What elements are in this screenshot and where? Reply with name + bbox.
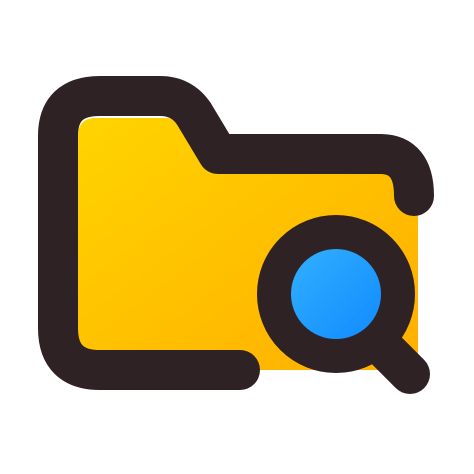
folder-search-graphic	[38, 76, 434, 394]
magnifier-ring	[257, 215, 415, 373]
folder-search-icon	[0, 0, 474, 474]
